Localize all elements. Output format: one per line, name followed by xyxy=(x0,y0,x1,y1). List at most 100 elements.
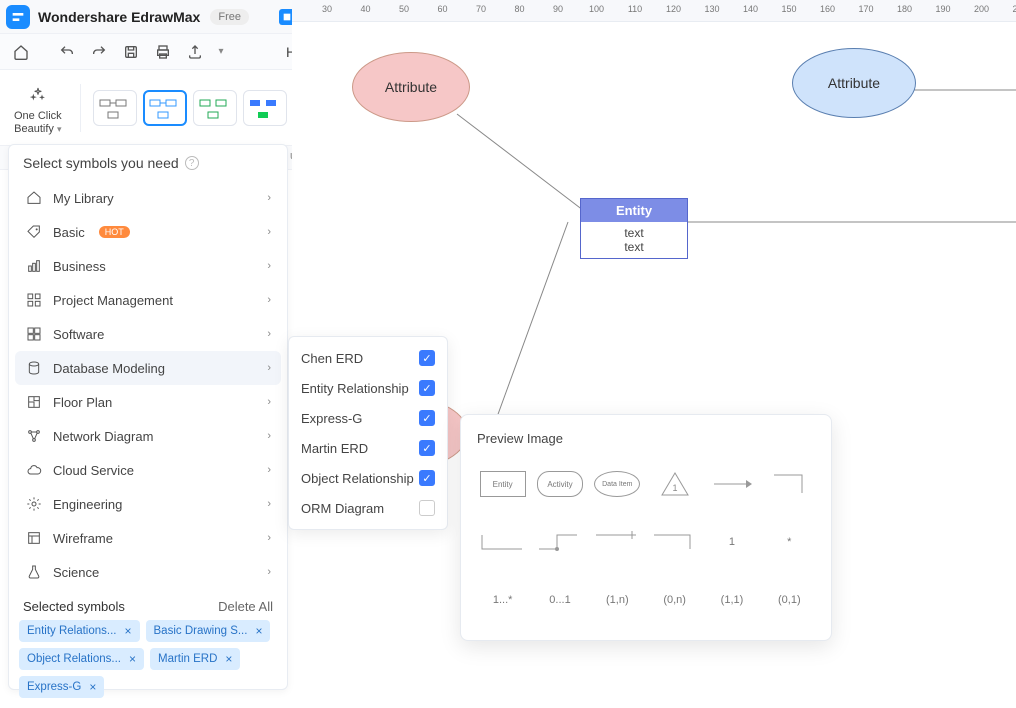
ruler-tick: 210 xyxy=(1012,4,1016,14)
pv-activity: Activity xyxy=(537,471,583,497)
ruler-tick: 140 xyxy=(743,4,758,14)
save-button[interactable] xyxy=(116,38,146,66)
category-label: Project Management xyxy=(53,293,173,308)
category-label: Database Modeling xyxy=(53,361,165,376)
attribute-shape-2[interactable]: Attribute xyxy=(792,48,916,118)
help-icon[interactable]: ? xyxy=(185,156,199,170)
attribute-shape-1[interactable]: Attribute xyxy=(352,52,470,122)
checkbox[interactable]: ✓ xyxy=(419,410,435,426)
submenu-label: Entity Relationship xyxy=(301,381,409,396)
checkbox[interactable]: ✓ xyxy=(419,380,435,396)
remove-tag-icon[interactable]: × xyxy=(255,624,262,638)
tag-label: Object Relations... xyxy=(27,653,121,665)
category-network-diagram[interactable]: Network Diagram› xyxy=(15,419,281,453)
remove-tag-icon[interactable]: × xyxy=(124,624,131,638)
pv-card-5: (0,1) xyxy=(778,594,801,606)
checkbox[interactable]: ✓ xyxy=(419,470,435,486)
submenu-item-object-relationship[interactable]: Object Relationship✓ xyxy=(289,463,447,493)
entity-body: text text xyxy=(581,222,687,258)
submenu-item-entity-relationship[interactable]: Entity Relationship ✓ xyxy=(289,373,447,403)
cloud-icon xyxy=(25,461,43,479)
tag-label: Express-G xyxy=(27,681,81,693)
pv-card-2: (1,n) xyxy=(606,594,629,606)
remove-tag-icon[interactable]: × xyxy=(89,680,96,694)
grid4-icon xyxy=(25,325,43,343)
selected-tags: Entity Relations...×Basic Drawing S...×O… xyxy=(9,620,287,708)
submenu-item-chen-erd[interactable]: Chen ERD✓ xyxy=(289,343,447,373)
ruler-tick: 160 xyxy=(820,4,835,14)
ruler-tick: 170 xyxy=(858,4,873,14)
one-click-beautify[interactable]: One ClickBeautify ▾ xyxy=(8,76,68,138)
sparkle-icon xyxy=(24,80,52,108)
chevron-right-icon: › xyxy=(267,498,271,510)
category-wireframe[interactable]: Wireframe› xyxy=(15,521,281,555)
ruler-tick: 50 xyxy=(399,4,409,14)
ruler-tick: 180 xyxy=(897,4,912,14)
submenu-item-orm-diagram[interactable]: ORM Diagram xyxy=(289,493,447,523)
pv-triangle: 1 xyxy=(652,471,698,497)
entity-shape[interactable]: Entity text text xyxy=(580,198,688,259)
category-label: Basic xyxy=(53,225,85,240)
undo-button[interactable] xyxy=(52,38,82,66)
pv-card-0: 1...* xyxy=(493,594,513,606)
theme-tile-4[interactable] xyxy=(243,90,287,126)
category-database-modeling[interactable]: Database Modeling› xyxy=(15,351,281,385)
selected-symbols-label: Selected symbols xyxy=(23,599,125,614)
category-business[interactable]: Business› xyxy=(15,249,281,283)
submenu-label: Martin ERD xyxy=(301,441,368,456)
remove-tag-icon[interactable]: × xyxy=(225,652,232,666)
home-button[interactable] xyxy=(6,38,36,66)
submenu-item-martin-erd[interactable]: Martin ERD ✓ xyxy=(289,433,447,463)
theme-tile-2[interactable] xyxy=(143,90,187,126)
category-floor-plan[interactable]: Floor Plan› xyxy=(15,385,281,419)
ruler-tick: 80 xyxy=(514,4,524,14)
delete-all-button[interactable]: Delete All xyxy=(218,599,273,614)
symbol-selector-panel: Select symbols you need ? My Library›Bas… xyxy=(8,144,288,690)
category-label: Engineering xyxy=(53,497,122,512)
pv-bracket xyxy=(766,471,812,497)
selected-tag[interactable]: Martin ERD× xyxy=(150,648,240,670)
pv-conn-1 xyxy=(480,529,526,555)
chevron-right-icon: › xyxy=(267,430,271,442)
category-list: My Library›BasicHOT›Business›Project Man… xyxy=(9,181,287,589)
chevron-right-icon: › xyxy=(267,328,271,340)
print-button[interactable] xyxy=(148,38,178,66)
wire-icon xyxy=(25,529,43,547)
category-my-library[interactable]: My Library› xyxy=(15,181,281,215)
redo-button[interactable] xyxy=(84,38,114,66)
chart-icon xyxy=(25,257,43,275)
flask-icon xyxy=(25,563,43,581)
category-project-management[interactable]: Project Management› xyxy=(15,283,281,317)
category-basic[interactable]: BasicHOT› xyxy=(15,215,281,249)
pv-arrow xyxy=(709,471,755,497)
ruler-tick: 60 xyxy=(437,4,447,14)
selected-tag[interactable]: Basic Drawing S...× xyxy=(146,620,271,642)
database-modeling-submenu: Chen ERD✓Entity Relationship✓Express-G✓M… xyxy=(288,336,448,530)
checkbox[interactable]: ✓ xyxy=(419,440,435,456)
checkbox[interactable]: ✓ xyxy=(419,350,435,366)
home-icon xyxy=(25,189,43,207)
category-label: Wireframe xyxy=(53,531,113,546)
selected-tag[interactable]: Entity Relations...× xyxy=(19,620,140,642)
tag-icon xyxy=(25,223,43,241)
checkbox[interactable] xyxy=(419,500,435,516)
pv-entity: Entity xyxy=(480,471,526,497)
ruler-tick: 150 xyxy=(781,4,796,14)
category-cloud-service[interactable]: Cloud Service› xyxy=(15,453,281,487)
category-science[interactable]: Science› xyxy=(15,555,281,589)
pv-sym-2: * xyxy=(766,529,812,555)
category-label: Science xyxy=(53,565,99,580)
app-logo xyxy=(6,5,30,29)
selected-tag[interactable]: Express-G × xyxy=(19,676,104,698)
submenu-item-express-g[interactable]: Express-G✓ xyxy=(289,403,447,433)
theme-tile-3[interactable] xyxy=(193,90,237,126)
preview-popover: Preview Image Entity Activity Data Item … xyxy=(460,414,832,641)
category-software[interactable]: Software› xyxy=(15,317,281,351)
export-button[interactable] xyxy=(180,38,210,66)
remove-tag-icon[interactable]: × xyxy=(129,652,136,666)
more-qa-button[interactable]: ▾ xyxy=(212,38,230,66)
ruler-tick: 190 xyxy=(935,4,950,14)
category-engineering[interactable]: Engineering › xyxy=(15,487,281,521)
selected-tag[interactable]: Object Relations... × xyxy=(19,648,144,670)
theme-tile-1[interactable] xyxy=(93,90,137,126)
